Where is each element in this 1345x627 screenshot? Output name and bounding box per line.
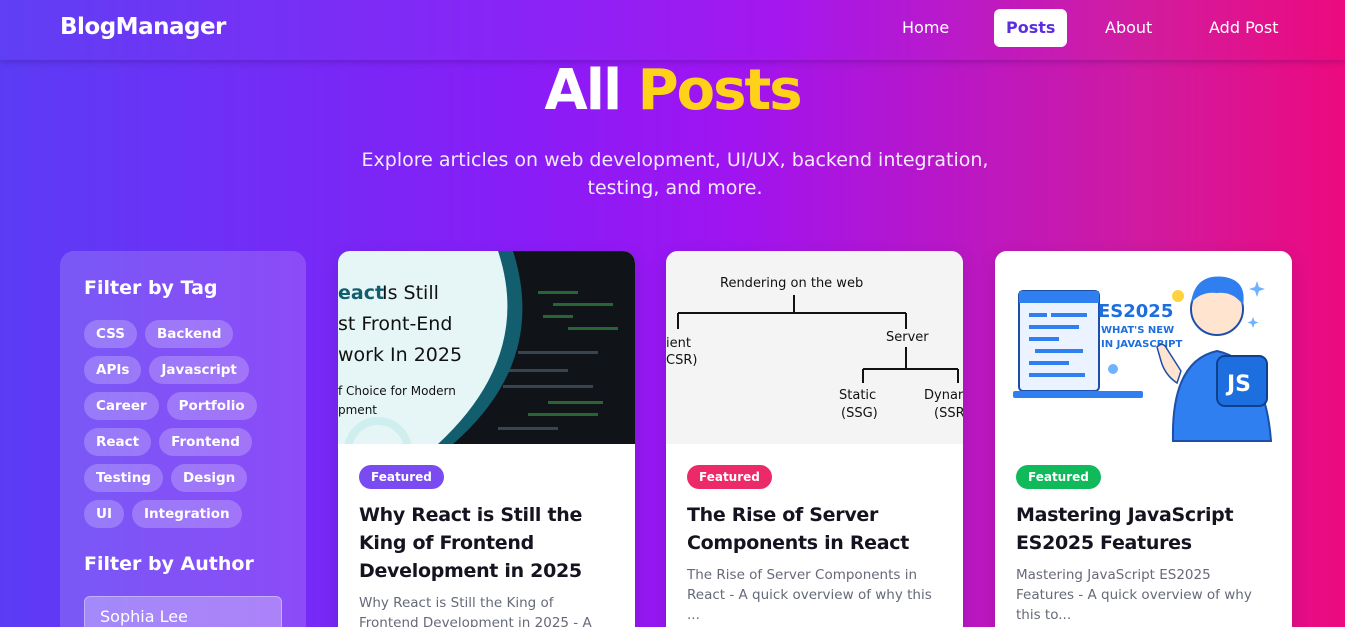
filter-tag-heading: Filter by Tag [84, 277, 218, 299]
tag-css[interactable]: CSS [84, 320, 137, 348]
post-title[interactable]: Why React is Still the King of Frontend … [359, 501, 621, 585]
tag-apis[interactable]: APIs [84, 356, 142, 384]
navbar: BlogManager Home Posts About Add Post [0, 0, 1345, 60]
post-image-es2025: ES2025 WHAT'S NEW IN JAVASCRIPT JS [995, 251, 1292, 444]
nav-about[interactable]: About [1093, 9, 1164, 47]
post-excerpt: Why React is Still the King of Frontend … [359, 595, 592, 627]
filter-sidebar: Filter by Tag CSS Backend APIs Javascrip… [60, 251, 306, 627]
post-excerpt: Mastering JavaScript ES2025 Features - A… [1016, 567, 1252, 623]
diagram-client-label: ient [666, 336, 691, 351]
post-title[interactable]: The Rise of Server Components in React [687, 501, 949, 557]
tag-career[interactable]: Career [84, 392, 159, 420]
nav-add-post[interactable]: Add Post [1197, 9, 1291, 47]
post-image-server-components: Rendering on the web ient CSR) Server St… [666, 251, 963, 444]
image-text-react: eact [338, 282, 384, 304]
tag-portfolio[interactable]: Portfolio [166, 392, 257, 420]
post-title[interactable]: Mastering JavaScript ES2025 Features [1016, 501, 1278, 557]
featured-badge: Featured [687, 465, 772, 489]
page-title-main: All [544, 58, 622, 123]
diagram-dynamic-label: Dynar [924, 388, 963, 403]
page-title: All Posts [0, 58, 1345, 123]
tag-list: CSS Backend APIs Javascript Career Portf… [84, 320, 284, 536]
brand-logo[interactable]: BlogManager [60, 14, 226, 40]
svg-text:IN JAVASCRIPT: IN JAVASCRIPT [1101, 339, 1182, 350]
svg-text:WHAT'S NEW: WHAT'S NEW [1101, 325, 1174, 336]
tag-integration[interactable]: Integration [132, 500, 242, 528]
svg-text:(SSR: (SSR [934, 406, 963, 421]
image-text-is-still: Is Still [382, 282, 439, 304]
svg-text:(SSG): (SSG) [841, 406, 878, 421]
author-select[interactable]: Sophia Lee [84, 596, 282, 627]
filter-author-heading: Filter by Author [84, 553, 254, 575]
tag-design[interactable]: Design [170, 464, 248, 492]
post-card[interactable]: Rendering on the web ient CSR) Server St… [666, 251, 963, 627]
tag-frontend[interactable]: Frontend [159, 428, 252, 456]
tag-javascript[interactable]: Javascript [149, 356, 249, 384]
diagram-server-label: Server [886, 330, 929, 345]
image-text-frontend: st Front-End [338, 313, 452, 335]
image-text-2025: work In 2025 [338, 344, 462, 366]
image-text-development: pment [338, 403, 377, 417]
post-card[interactable]: eact Is Still st Front-End work In 2025 … [338, 251, 635, 627]
post-card[interactable]: ES2025 WHAT'S NEW IN JAVASCRIPT JS Featu… [995, 251, 1292, 627]
post-image-react: eact Is Still st Front-End work In 2025 … [338, 251, 635, 444]
image-text-es2025: ES2025 [1098, 301, 1173, 322]
image-text-js: JS [1225, 372, 1251, 397]
page-title-accent: Posts [637, 58, 803, 123]
nav-home[interactable]: Home [890, 9, 961, 47]
tag-react[interactable]: React [84, 428, 152, 456]
image-text-choice: f Choice for Modern [338, 384, 456, 398]
post-excerpt: The Rise of Server Components in React -… [687, 567, 932, 623]
tag-testing[interactable]: Testing [84, 464, 163, 492]
nav-posts[interactable]: Posts [994, 9, 1068, 47]
tag-ui[interactable]: UI [84, 500, 124, 528]
diagram-static-label: Static [839, 388, 876, 403]
featured-badge: Featured [359, 465, 444, 489]
tag-backend[interactable]: Backend [145, 320, 234, 348]
diagram-root-label: Rendering on the web [720, 276, 863, 291]
page-subtitle: Explore articles on web development, UI/… [361, 149, 989, 199]
featured-badge: Featured [1016, 465, 1101, 489]
svg-text:CSR): CSR) [666, 353, 697, 368]
